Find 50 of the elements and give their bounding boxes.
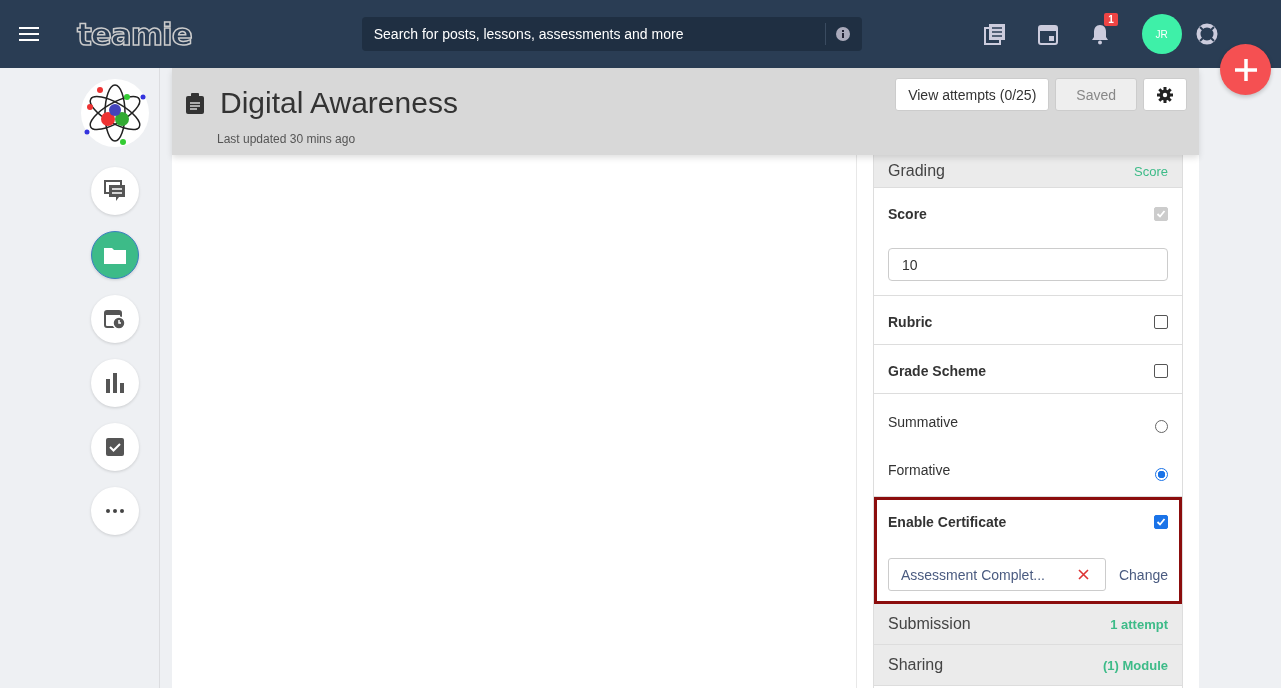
sidebar-button[interactable]	[90, 423, 139, 471]
settings-icon	[1157, 86, 1173, 103]
header-button[interactable]: View attempts (0/25)	[895, 78, 1050, 111]
option-label: Enable Certificate	[888, 514, 1007, 530]
lifebuoy-icon[interactable]	[1195, 23, 1218, 45]
settings-button[interactable]	[1143, 78, 1187, 111]
bell-icon[interactable]	[1089, 23, 1110, 45]
section-title: Sharing	[888, 656, 944, 674]
option-label: Summative	[888, 414, 959, 430]
more-icon	[105, 509, 124, 513]
info-icon[interactable]	[835, 27, 850, 41]
section-header[interactable]: Grading Score	[874, 155, 1182, 188]
checkbox-icon	[105, 438, 124, 456]
checkbox[interactable]	[1154, 515, 1168, 529]
page-title: Digital Awareness	[220, 86, 458, 120]
search-field[interactable]: Search for posts, lessons, assessments and more	[361, 17, 862, 51]
atom-flask-logo[interactable]	[80, 79, 149, 147]
bar-chart-icon	[105, 373, 124, 393]
checkbox[interactable]	[1154, 315, 1168, 329]
sidebar-button[interactable]	[90, 231, 139, 279]
clipboard-icon	[186, 92, 204, 114]
section-title: Submission	[888, 615, 971, 633]
sidebar-button[interactable]	[90, 167, 139, 215]
chat-icon	[103, 180, 126, 202]
last-updated-text: Last updated 30 mins ago	[217, 132, 357, 146]
section-summary: 1 attempt	[1110, 616, 1168, 632]
sidebar-button[interactable]	[90, 295, 139, 343]
menu-icon[interactable]	[19, 27, 39, 41]
section-summary: Score	[1134, 163, 1168, 179]
notification-count: 1	[1104, 13, 1118, 26]
plus-icon	[1234, 58, 1257, 81]
folder-icon	[103, 246, 126, 264]
calendar-clock-icon	[103, 308, 126, 330]
logo[interactable]: teamie	[77, 16, 192, 52]
section-title: Grading	[888, 162, 945, 180]
certificate-name: Assessment Complet...	[901, 566, 1045, 583]
option-label: Score	[888, 206, 927, 222]
calendar-icon[interactable]	[1037, 23, 1058, 45]
option-label: Rubric	[888, 314, 933, 330]
change-link[interactable]: Change	[1118, 566, 1168, 583]
newspaper-icon[interactable]	[983, 23, 1006, 45]
section-summary: (1) Module	[1103, 657, 1168, 673]
radio-button[interactable]	[1155, 467, 1168, 481]
section-header[interactable]: Sharing (1) Module	[874, 645, 1182, 686]
option-label: Grade Scheme	[888, 363, 987, 379]
checkbox[interactable]	[1154, 364, 1168, 378]
close-icon[interactable]	[1078, 569, 1089, 580]
option-label: Formative	[888, 462, 951, 478]
section-header[interactable]: Submission 1 attempt	[874, 604, 1182, 645]
sidebar-button[interactable]	[90, 359, 139, 407]
